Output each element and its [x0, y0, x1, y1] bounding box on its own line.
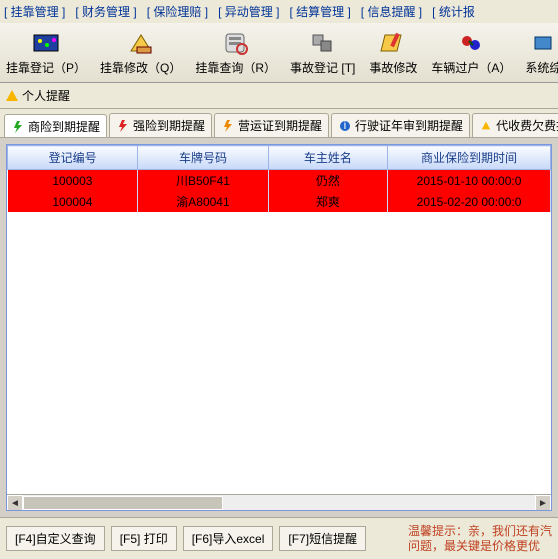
cell-owner: 仍然: [268, 170, 387, 192]
toolbar: 挂靠登记（P） 挂靠修改（Q） 挂靠查询（R） 事故登记 [T] 事故修改 车辆…: [0, 23, 558, 83]
scroll-left-arrow[interactable]: ◄: [7, 495, 23, 511]
search-icon: [220, 29, 252, 57]
print-button[interactable]: [F5] 打印: [111, 526, 177, 551]
cell-expire: 2015-01-10 00:00:0: [388, 170, 551, 192]
toolbar-transfer[interactable]: 车辆过户（A）: [427, 27, 515, 78]
menu-item[interactable]: [ 挂靠管理 ]: [4, 5, 65, 19]
menu-bar: [ 挂靠管理 ] [ 财务管理 ] [ 保险理赔 ] [ 异动管理 ] [ 结算…: [0, 0, 558, 23]
menu-item[interactable]: [ 保险理赔 ]: [147, 5, 208, 19]
footer-bar: [F4]自定义查询 [F5] 打印 [F6]导入excel [F7]短信提醒 温…: [0, 517, 558, 559]
toolbar-label: 挂靠查询（R）: [195, 59, 276, 76]
menu-item[interactable]: [ 结算管理 ]: [289, 5, 350, 19]
accident-icon: [307, 29, 339, 57]
tab-label: 强险到期提醒: [133, 117, 205, 134]
menu-item[interactable]: [ 信息提醒 ]: [361, 5, 422, 19]
col-plate[interactable]: 车牌号码: [138, 146, 268, 170]
custom-query-button[interactable]: [F4]自定义查询: [6, 526, 105, 551]
cell-reg: 100003: [8, 170, 138, 192]
toolbar-accident-edit[interactable]: 事故修改: [365, 27, 421, 78]
tab-label: 代收费欠费提醒: [496, 117, 558, 134]
toolbar-label: 挂靠登记（P）: [6, 59, 86, 76]
tab-label: 商险到期提醒: [28, 118, 100, 135]
bolt-red-icon: [116, 119, 130, 133]
toolbar-accident[interactable]: 事故登记 [T]: [286, 27, 359, 78]
table-row[interactable]: 100004 渝A80041 郑爽 2015-02-20 00:00:0: [8, 191, 551, 212]
toolbar-system[interactable]: 系统综: [521, 27, 558, 78]
col-reg-no[interactable]: 登记编号: [8, 146, 138, 170]
cell-owner: 郑爽: [268, 191, 387, 212]
grid-empty-area: [7, 212, 551, 494]
tab-label: 行驶证年审到期提醒: [355, 117, 463, 134]
accident-edit-icon: [377, 29, 409, 57]
register-icon: [30, 29, 62, 57]
export-excel-button[interactable]: [F6]导入excel: [183, 526, 274, 551]
tab-bar: 商险到期提醒 强险到期提醒 营运证到期提醒 i 行驶证年审到期提醒 代收费欠费提…: [0, 109, 558, 138]
warning-icon: [6, 90, 18, 101]
toolbar-register[interactable]: 挂靠登记（P）: [2, 27, 90, 78]
transfer-icon: [455, 29, 487, 57]
scroll-thumb[interactable]: [23, 496, 223, 510]
table-header-row: 登记编号 车牌号码 车主姓名 商业保险到期时间: [8, 146, 551, 170]
tab-vehicle-inspection[interactable]: i 行驶证年审到期提醒: [331, 113, 470, 137]
tab-operation-cert[interactable]: 营运证到期提醒: [214, 113, 329, 137]
scroll-right-arrow[interactable]: ►: [535, 495, 551, 511]
tab-label: 营运证到期提醒: [238, 117, 322, 134]
footer-tip: 温馨提示：亲，我们还有汽 问题，最关键是价格更优: [408, 524, 552, 553]
panel-title: 个人提醒: [22, 87, 70, 104]
cell-reg: 100004: [8, 191, 138, 212]
menu-item[interactable]: [ 统计报: [432, 5, 475, 19]
tab-fee-arrears[interactable]: 代收费欠费提醒: [472, 113, 558, 137]
col-owner[interactable]: 车主姓名: [268, 146, 387, 170]
system-icon: [527, 29, 558, 57]
tab-commercial-insurance[interactable]: 商险到期提醒: [4, 114, 107, 138]
horizontal-scrollbar[interactable]: ◄ ►: [7, 494, 551, 510]
tab-compulsory-insurance[interactable]: 强险到期提醒: [109, 113, 212, 137]
svg-text:i: i: [344, 120, 347, 132]
toolbar-label: 系统综: [525, 59, 558, 76]
data-grid: 登记编号 车牌号码 车主姓名 商业保险到期时间 100003 川B50F41 仍…: [6, 144, 552, 511]
bolt-orange-icon: [221, 119, 235, 133]
sms-remind-button[interactable]: [F7]短信提醒: [279, 526, 366, 551]
toolbar-label: 挂靠修改（Q）: [100, 59, 181, 76]
toolbar-label: 事故修改: [369, 59, 417, 76]
info-blue-icon: i: [338, 119, 352, 133]
edit-icon: [125, 29, 157, 57]
cell-plate: 川B50F41: [138, 170, 268, 192]
table-row[interactable]: 100003 川B50F41 仍然 2015-01-10 00:00:0: [8, 170, 551, 192]
toolbar-edit[interactable]: 挂靠修改（Q）: [96, 27, 185, 78]
panel-title-bar: 个人提醒: [0, 83, 558, 109]
menu-item[interactable]: [ 异动管理 ]: [218, 5, 279, 19]
cell-plate: 渝A80041: [138, 191, 268, 212]
toolbar-label: 事故登记 [T]: [290, 59, 355, 76]
cell-expire: 2015-02-20 00:00:0: [388, 191, 551, 212]
bolt-green-icon: [11, 120, 25, 134]
toolbar-label: 车辆过户（A）: [431, 59, 511, 76]
warn-yellow-icon: [479, 119, 493, 133]
toolbar-search[interactable]: 挂靠查询（R）: [191, 27, 280, 78]
col-expire[interactable]: 商业保险到期时间: [388, 146, 551, 170]
menu-item[interactable]: [ 财务管理 ]: [75, 5, 136, 19]
